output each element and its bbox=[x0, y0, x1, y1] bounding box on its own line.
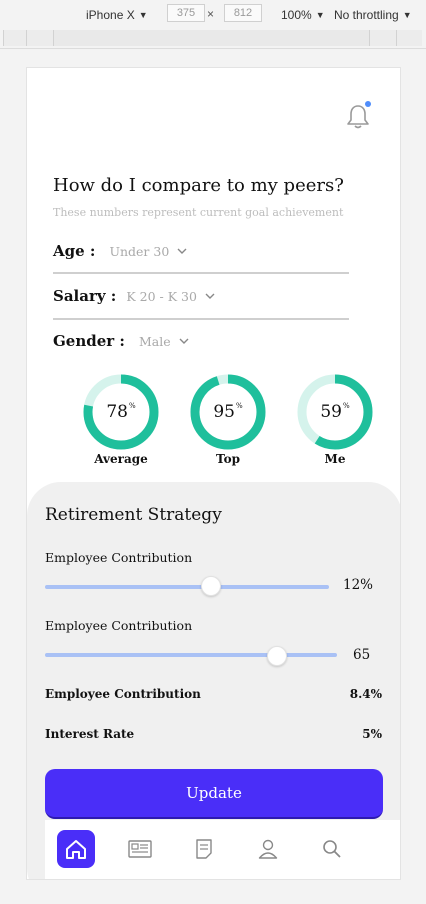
contribution-slider-thumb[interactable] bbox=[266, 646, 287, 666]
phone-screen: How do I compare to my peers? These numb… bbox=[26, 67, 401, 880]
divider bbox=[53, 318, 349, 320]
slider-value: 12% bbox=[343, 577, 374, 593]
ring-unit: % bbox=[342, 402, 350, 410]
contribution-slider-track[interactable] bbox=[45, 585, 329, 589]
slider-label: Employee Contribution bbox=[45, 550, 193, 565]
tab-notes[interactable] bbox=[185, 830, 223, 868]
search-icon bbox=[323, 840, 341, 858]
ring-label-me: Me bbox=[324, 452, 346, 466]
news-icon bbox=[128, 840, 152, 858]
zoom-select[interactable]: 100% ▼ bbox=[281, 5, 325, 25]
tab-news[interactable] bbox=[121, 830, 159, 868]
slider-value: 65 bbox=[353, 647, 371, 663]
width-input[interactable]: 375 bbox=[167, 4, 205, 22]
divider bbox=[53, 272, 349, 274]
notification-dot bbox=[365, 101, 371, 107]
tab-profile[interactable] bbox=[249, 830, 287, 868]
retirement-title: Retirement Strategy bbox=[45, 505, 222, 525]
zoom-value: 100% bbox=[281, 8, 312, 22]
contribution-slider-thumb[interactable] bbox=[200, 576, 221, 596]
gender-value: Male bbox=[138, 333, 171, 349]
ring-label-average: Average bbox=[94, 452, 148, 466]
ring-unit: % bbox=[235, 402, 243, 410]
device-name: iPhone X bbox=[86, 8, 135, 22]
device-select[interactable]: iPhone X ▼ bbox=[86, 5, 148, 25]
home-icon bbox=[66, 840, 86, 859]
tab-home[interactable] bbox=[57, 830, 95, 868]
ring-top: 95% bbox=[189, 373, 267, 451]
ring-value: 78 bbox=[106, 402, 128, 422]
age-filter[interactable]: Age : Under 30 bbox=[53, 242, 187, 260]
salary-value: K 20 - K 30 bbox=[126, 288, 197, 304]
bottom-tab-bar bbox=[45, 820, 400, 879]
gender-filter[interactable]: Gender : Male bbox=[53, 332, 189, 350]
chevron-down-icon bbox=[179, 338, 189, 344]
notes-icon bbox=[196, 839, 212, 859]
throttle-select[interactable]: No throttling ▼ bbox=[334, 5, 412, 25]
tab-search[interactable] bbox=[313, 830, 351, 868]
contribution-row-value: 8.4% bbox=[349, 687, 382, 701]
gender-label: Gender : bbox=[53, 332, 125, 350]
age-label: Age : bbox=[53, 242, 96, 260]
caret-down-icon: ▼ bbox=[138, 10, 148, 20]
caret-down-icon: ▼ bbox=[315, 10, 325, 20]
salary-filter[interactable]: Salary : K 20 - K 30 bbox=[53, 287, 215, 305]
ring-value: 95 bbox=[213, 402, 235, 422]
device-toolbar: iPhone X ▼ 375 × 812 100% ▼ No throttlin… bbox=[0, 0, 426, 49]
ring-unit: % bbox=[128, 402, 136, 410]
age-value: Under 30 bbox=[109, 243, 170, 259]
update-button[interactable]: Update bbox=[45, 769, 383, 819]
page-subtitle: These numbers represent current goal ach… bbox=[53, 206, 344, 219]
contribution-slider-track[interactable] bbox=[45, 653, 337, 657]
ring-me: 59% bbox=[296, 373, 374, 451]
ring-label-top: Top bbox=[216, 452, 240, 466]
times-icon: × bbox=[207, 7, 215, 21]
throttle-value: No throttling bbox=[334, 8, 399, 22]
salary-label: Salary : bbox=[53, 287, 117, 305]
height-input[interactable]: 812 bbox=[224, 4, 262, 22]
caret-down-icon: ▼ bbox=[402, 10, 412, 20]
ring-average: 78% bbox=[82, 373, 160, 451]
media-query-ruler[interactable] bbox=[0, 30, 426, 46]
contribution-row-label: Employee Contribution bbox=[45, 687, 201, 701]
chevron-down-icon bbox=[205, 293, 215, 299]
profile-icon bbox=[258, 839, 278, 859]
slider-label: Employee Contribution bbox=[45, 618, 193, 633]
page-title: How do I compare to my peers? bbox=[53, 175, 344, 196]
ring-value: 59 bbox=[320, 402, 342, 422]
chevron-down-icon bbox=[177, 248, 187, 254]
interest-rate-label: Interest Rate bbox=[45, 727, 135, 741]
interest-rate-value: 5% bbox=[362, 727, 382, 741]
